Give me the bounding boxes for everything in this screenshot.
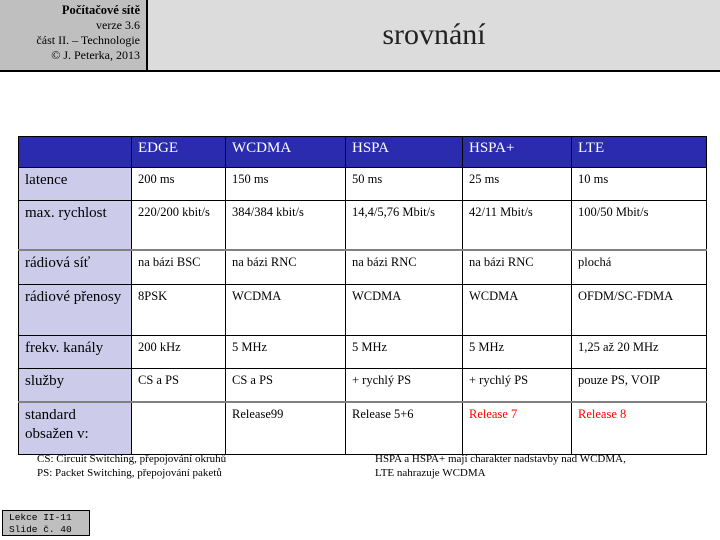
cell-frekv-edge: 200 kHz [131,335,226,369]
table-row: rádiová síť na bázi BSC na bázi RNC na b… [18,249,707,285]
cell-latence-edge: 200 ms [131,167,226,201]
column-header-hspaplus: HSPA+ [462,136,572,168]
lecture-label: Lekce II-11 [9,512,72,523]
row-label-latence: latence [18,167,132,201]
cell-radpren-edge: 8PSK [131,284,226,336]
slide-label: Slide č. 40 [9,524,72,535]
footnotes: CS: Circuit Switching, přepojování okruh… [0,452,720,492]
cell-sluzby-hspaplus: + rychlý PS [462,368,572,403]
footnote-hspa-remark: HSPA a HSPA+ mají charakter nadstavby na… [375,453,626,465]
column-header-edge: EDGE [131,136,226,168]
cell-frekv-lte: 1,25 až 20 MHz [571,335,707,369]
cell-radpren-hspaplus: WCDMA [462,284,572,336]
cell-radsit-hspaplus: na bázi RNC [462,249,572,285]
cell-radsit-edge: na bázi BSC [131,249,226,285]
cell-standard-hspa: Release 5+6 [345,401,463,455]
cell-standard-lte: Release 8 [571,401,707,455]
cell-radsit-wcdma: na bázi RNC [225,249,346,285]
course-title: Počítačové sítě [61,3,140,17]
cell-radpren-wcdma: WCDMA [225,284,346,336]
footnote-cs: CS: Circuit Switching, přepojování okruh… [37,453,227,465]
course-part: část II. – Technologie [36,33,140,47]
cell-standard-edge [131,401,226,455]
cell-rychlost-wcdma: 384/384 kbit/s [225,200,346,251]
cell-rychlost-edge: 220/200 kbit/s [131,200,226,251]
footnote-abbreviations: CS: Circuit Switching, přepojování okruh… [37,452,226,480]
cell-latence-lte: 10 ms [571,167,707,201]
row-label-frekv-kanaly: frekv. kanály [18,335,132,369]
row-label-radiove-prenosy: rádiové přenosy [18,284,132,336]
column-header-hspa: HSPA [345,136,463,168]
table-row: frekv. kanály 200 kHz 5 MHz 5 MHz 5 MHz … [18,335,707,369]
slide-header-bar: Počítačové sítě verze 3.6 část II. – Tec… [0,0,720,72]
table-row: latence 200 ms 150 ms 50 ms 25 ms 10 ms [18,167,707,201]
cell-radsit-hspa: na bázi RNC [345,249,463,285]
cell-rychlost-hspa: 14,4/5,76 Mbit/s [345,200,463,251]
comparison-table: EDGE WCDMA HSPA HSPA+ LTE latence 200 ms… [18,136,707,455]
footnote-ps: PS: Packet Switching, přepojování paketů [37,467,222,479]
slide-title: srovnání [382,18,486,51]
course-logo-block: Počítačové sítě verze 3.6 část II. – Tec… [0,0,148,70]
footnote-remarks: HSPA a HSPA+ mají charakter nadstavby na… [375,452,626,480]
table-row: rádiové přenosy 8PSK WCDMA WCDMA WCDMA O… [18,284,707,336]
column-header-wcdma: WCDMA [225,136,346,168]
cell-latence-hspa: 50 ms [345,167,463,201]
cell-frekv-hspa: 5 MHz [345,335,463,369]
table-body: latence 200 ms 150 ms 50 ms 25 ms 10 ms … [18,167,707,455]
row-label-radiova-sit: rádiová síť [18,249,132,285]
row-label-max-rychlost: max. rychlost [18,200,132,251]
row-label-standard: standard obsažen v: [18,401,132,455]
table-row: max. rychlost 220/200 kbit/s 384/384 kbi… [18,200,707,251]
table-header-row: EDGE WCDMA HSPA HSPA+ LTE [18,136,707,168]
cell-radpren-lte: OFDM/SC-FDMA [571,284,707,336]
row-label-sluzby: služby [18,368,132,403]
cell-rychlost-hspaplus: 42/11 Mbit/s [462,200,572,251]
cell-latence-wcdma: 150 ms [225,167,346,201]
comparison-table-container: EDGE WCDMA HSPA HSPA+ LTE latence 200 ms… [18,136,707,455]
cell-sluzby-wcdma: CS a PS [225,368,346,403]
cell-standard-wcdma: Release99 [225,401,346,455]
cell-sluzby-edge: CS a PS [131,368,226,403]
cell-frekv-wcdma: 5 MHz [225,335,346,369]
cell-latence-hspaplus: 25 ms [462,167,572,201]
cell-radsit-lte: plochá [571,249,707,285]
column-header-lte: LTE [571,136,707,168]
table-row: standard obsažen v: Release99 Release 5+… [18,401,707,455]
cell-sluzby-lte: pouze PS, VOIP [571,368,707,403]
table-corner-cell [18,136,132,168]
cell-rychlost-lte: 100/50 Mbit/s [571,200,707,251]
cell-standard-hspaplus: Release 7 [462,401,572,455]
cell-sluzby-hspa: + rychlý PS [345,368,463,403]
table-header: EDGE WCDMA HSPA HSPA+ LTE [18,136,707,168]
slide-number-badge: Lekce II-11 Slide č. 40 [2,510,90,536]
course-version: verze 3.6 [96,18,140,32]
footnote-lte-remark: LTE nahrazuje WCDMA [375,467,486,479]
cell-radpren-hspa: WCDMA [345,284,463,336]
table-row: služby CS a PS CS a PS + rychlý PS + ryc… [18,368,707,403]
cell-frekv-hspaplus: 5 MHz [462,335,572,369]
course-copyright: © J. Peterka, 2013 [51,48,140,62]
